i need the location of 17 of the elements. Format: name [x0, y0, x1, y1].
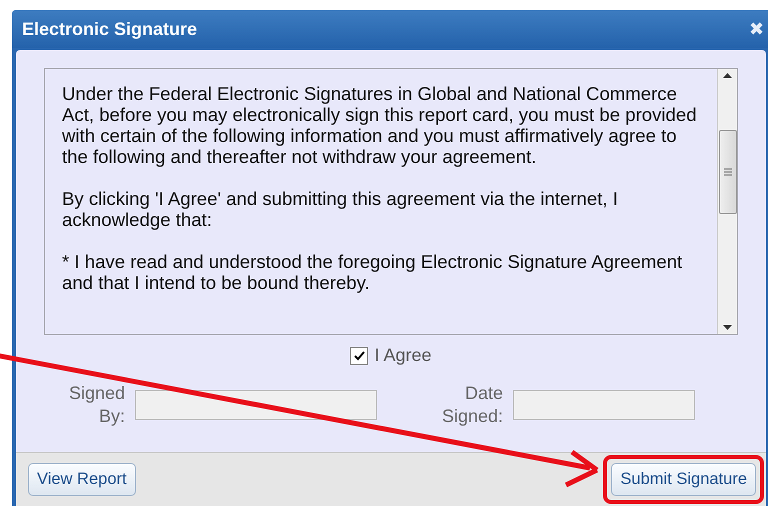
agreement-paragraph: Under the Federal Electronic Signatures in Global and National Commerce Act, before you may electronically sign this report card, you must be provided with certain of the following information and you must affirmatively agree to the following and thereafter not withdraw your agreement.	[62, 83, 698, 167]
agreement-paragraph: * I have read and understood the foregoing Electronic Signature Agreement and that I intend to be bound thereby.	[62, 251, 684, 293]
field-label: Signed By:	[68, 382, 125, 428]
submit-button[interactable]: Submit Signature	[611, 463, 756, 496]
close-button[interactable]: ✖	[749, 18, 764, 40]
scroll-down-icon[interactable]	[723, 325, 732, 330]
scroll-thumb[interactable]	[718, 130, 736, 214]
input-field[interactable]	[513, 390, 695, 420]
window-title: Electronic Signature	[22, 18, 198, 40]
field-label: Date Signed:	[441, 382, 503, 428]
check-icon	[354, 350, 365, 360]
scroll-up-icon[interactable]	[723, 73, 732, 78]
agreement-paragraph: By clicking 'I Agree' and submitting this agreement via the internet, I acknowledge that:	[62, 188, 619, 230]
scrollbar[interactable]	[717, 69, 737, 334]
view-report-button[interactable]: View Report	[28, 463, 136, 496]
agree-checkbox[interactable]	[350, 346, 368, 364]
agree-label: I Agree	[374, 345, 432, 366]
